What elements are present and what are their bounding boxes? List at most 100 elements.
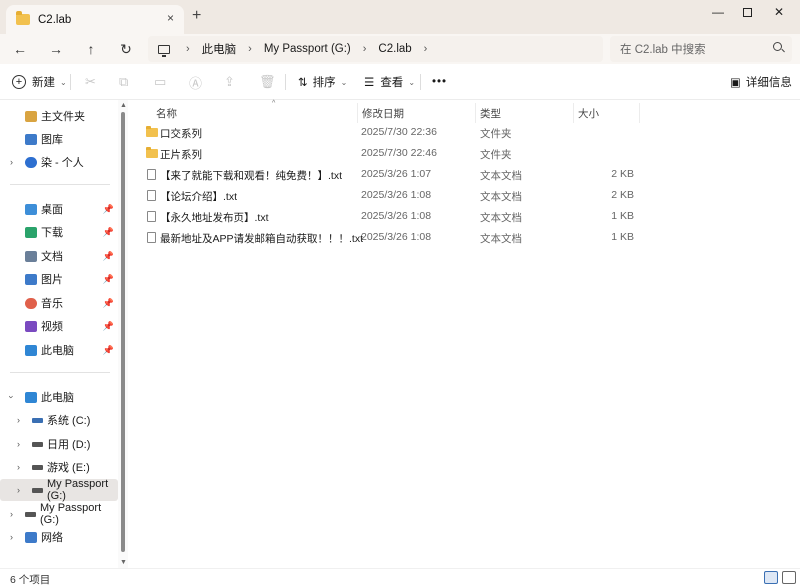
sidebar-item-desktop[interactable]: 桌面 📌 [0,198,118,220]
file-name: 【永久地址发布页】.txt [160,212,269,224]
toolbar-divider [285,74,286,90]
file-modified: 2025/7/30 22:46 [361,147,437,159]
sidebar-item-downloads[interactable]: 下载 📌 [0,221,118,243]
maximize-button[interactable] [732,3,762,21]
refresh-button[interactable]: ↻ [116,39,136,59]
minimize-button[interactable]: — [703,3,733,21]
file-row[interactable]: 正片系列 2025/7/30 22:46 文件夹 [142,143,642,164]
sidebar-item-onedrive[interactable]: › 染 - 个人 [0,151,118,173]
sidebar-item-home[interactable]: 主文件夹 [0,105,118,127]
expand-icon[interactable]: › [17,485,20,495]
details-view-icon[interactable] [764,571,778,584]
sidebar-item-drive-g-root[interactable]: › My Passport (G:) [0,502,118,526]
close-window-button[interactable]: ✕ [764,3,794,21]
sidebar-item-label: 游戏 (E:) [47,462,90,474]
sidebar-item-drive-g[interactable]: › My Passport (G:) [0,478,118,502]
sort-button[interactable]: ⇅ 排序 ⌄ [298,73,347,91]
sidebar-item-music[interactable]: 音乐 📌 [0,292,118,314]
file-type: 文件夹 [480,149,512,161]
sidebar-item-label: 网络 [41,532,63,544]
details-pane-icon: ▣ [730,77,741,89]
sidebar-item-pictures[interactable]: 图片 📌 [0,268,118,290]
rename-icon[interactable]: Ⓐ [189,73,202,91]
expand-icon[interactable]: › [10,509,13,519]
sidebar-item-drive-d[interactable]: › 日用 (D:) [0,433,118,455]
scrollbar-thumb[interactable] [121,112,125,552]
paste-icon[interactable]: ▭ [154,73,166,91]
file-name: 【论坛介绍】.txt [160,191,238,203]
file-row[interactable]: 【论坛介绍】.txt 2025/3/26 1:08 文本文档 2 KB [142,185,642,206]
sidebar-item-drive-c[interactable]: › 系统 (C:) [0,409,118,431]
drive-icon [32,417,43,423]
scroll-down-icon[interactable]: ▼ [120,559,127,566]
sidebar-item-videos[interactable]: 视频 📌 [0,315,118,337]
file-row[interactable]: 口交系列 2025/7/30 22:36 文件夹 [142,122,642,143]
sidebar-item-drive-e[interactable]: › 游戏 (E:) [0,456,118,478]
tab-c2lab[interactable]: C2.lab × [6,5,184,34]
breadcrumb-this-pc[interactable]: 此电脑 [202,41,237,57]
folder-icon [146,126,158,137]
search-input[interactable]: 在 C2.lab 中搜索 [610,36,792,62]
up-button[interactable]: ↑ [81,39,101,59]
sidebar-item-this-pc-pinned[interactable]: 此电脑 📌 [0,339,118,361]
breadcrumb-my-passport[interactable]: My Passport (G:) [264,43,351,55]
file-type: 文本文档 [480,233,522,245]
chevron-down-icon: ⌄ [408,77,416,87]
delete-icon[interactable]: 🗑 [259,73,276,91]
cloud-icon [25,156,37,168]
cut-icon[interactable]: ✂ [85,73,96,91]
search-icon [773,42,782,51]
home-icon [25,110,37,122]
expand-icon[interactable]: › [10,532,13,542]
sidebar-item-documents[interactable]: 文档 📌 [0,245,118,267]
network-icon [25,531,37,543]
sidebar-divider [10,372,110,373]
file-row[interactable]: 【来了就能下载和观看！纯免费！】.txt 2025/3/26 1:07 文本文档… [142,164,642,185]
file-modified: 2025/3/26 1:07 [361,168,432,180]
back-button[interactable]: ← [10,39,30,59]
new-label: 新建 [32,77,55,89]
chevron-down-icon: ⌄ [340,77,348,87]
this-pc-icon [25,391,37,403]
sidebar-item-gallery[interactable]: 图库 [0,128,118,150]
details-pane-button[interactable]: ▣ 详细信息 [730,73,792,91]
file-row[interactable]: 【永久地址发布页】.txt 2025/3/26 1:08 文本文档 1 KB [142,206,642,227]
file-size: 2 KB [611,189,634,201]
file-row[interactable]: 最新地址及APP请发邮箱自动获取！！！.txt 2025/3/26 1:08 文… [142,227,642,248]
view-button[interactable]: ☰ 查看 ⌄ [364,73,415,91]
new-tab-button[interactable]: + [192,7,201,25]
breadcrumb-c2lab[interactable]: C2.lab [378,43,411,55]
file-size: 1 KB [611,210,634,222]
column-header-type[interactable]: 类型 [476,103,574,123]
file-type: 文本文档 [480,212,522,224]
share-icon[interactable]: ⇪ [224,73,235,91]
sidebar-item-label: 日用 (D:) [47,439,91,451]
scroll-up-icon[interactable]: ▲ [120,102,127,109]
more-options-button[interactable]: ••• [432,73,447,91]
drive-icon [32,441,43,447]
expand-icon[interactable]: › [10,157,13,167]
sort-icon: ⇅ [298,77,308,89]
breadcrumb[interactable]: › 此电脑 › My Passport (G:) › C2.lab › [148,36,603,62]
sidebar-item-this-pc[interactable]: › 此电脑 [0,386,118,408]
forward-button[interactable]: → [46,39,66,59]
sidebar-scrollbar[interactable]: ▲ ▼ [118,100,128,568]
sidebar-item-network[interactable]: › 网络 [0,526,118,548]
sidebar-item-label: 视频 [41,321,63,333]
expand-icon[interactable]: › [17,415,20,425]
expand-icon[interactable]: › [17,439,20,449]
tiles-view-icon[interactable] [782,571,796,584]
expand-icon[interactable]: › [17,462,20,472]
tab-close-icon[interactable]: × [167,11,174,25]
column-header-name[interactable]: 名称 ^ [152,100,358,123]
new-button[interactable]: + 新建 ⌄ [12,73,67,91]
copy-icon[interactable]: ⧉ [119,73,128,91]
sidebar-item-label: My Passport (G:) [47,478,109,502]
column-header-size[interactable]: 大小 [574,103,640,123]
item-count: 6 个项目 [10,574,51,586]
file-type: 文本文档 [480,170,522,182]
title-bar: C2.lab × + — ✕ [0,0,800,34]
collapse-icon[interactable]: › [7,396,17,399]
column-header-modified[interactable]: 修改日期 [358,103,476,123]
file-name: 口交系列 [160,128,202,140]
